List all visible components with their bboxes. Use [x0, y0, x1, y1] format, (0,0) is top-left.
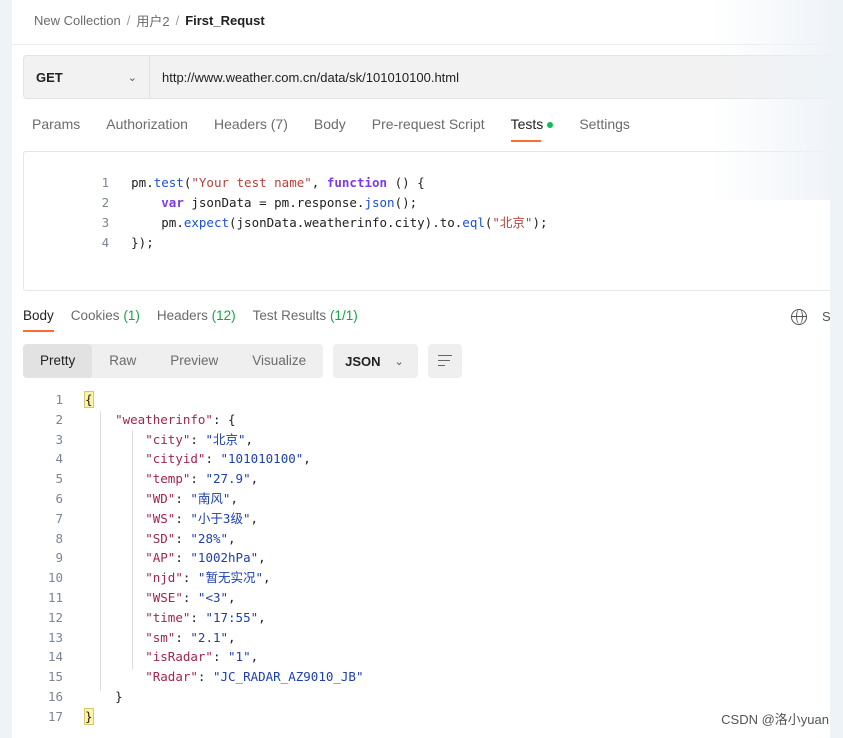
breadcrumb: New Collection / 用户2 / First_Requst — [34, 11, 265, 29]
tests-script-editor[interactable]: 1 pm.test("Your test name", function () {… — [23, 151, 830, 291]
chevron-down-icon: ⌄ — [394, 355, 404, 368]
code-line: 3 "city": "北京", — [55, 431, 254, 447]
tab-tests[interactable]: Tests — [510, 116, 554, 142]
tab-settings[interactable]: Settings — [579, 116, 630, 142]
code-line: 1 pm.test("Your test name", function () { — [101, 175, 425, 190]
code-line: 2 "weatherinfo": { — [55, 411, 236, 427]
code-line: 16 } — [47, 689, 123, 704]
code-line: 17} — [47, 707, 94, 725]
tab-params[interactable]: Params — [32, 116, 80, 142]
breadcrumb-request[interactable]: First_Requst — [185, 13, 264, 28]
breadcrumb-separator: / — [126, 12, 131, 28]
url-bar: GET ⌄ http://www.weather.com.cn/data/sk/… — [23, 55, 830, 99]
view-visualize[interactable]: Visualize — [235, 344, 323, 378]
method-label: GET — [36, 69, 63, 85]
active-indicator-dot — [547, 122, 554, 129]
tab-body[interactable]: Body — [314, 116, 346, 142]
code-line: 10 "njd": "暂无实况", — [47, 570, 271, 586]
tab-response-headers[interactable]: Headers (12) — [157, 308, 236, 332]
code-line: 12 "time": "17:55", — [47, 609, 266, 625]
breadcrumb-folder[interactable]: 用户2 — [136, 11, 169, 30]
chevron-down-icon: ⌄ — [127, 71, 137, 84]
view-raw[interactable]: Raw — [92, 344, 153, 378]
format-select[interactable]: JSON ⌄ — [333, 344, 418, 378]
code-line: 15 "Radar": "JC_RADAR_AZ9010_JB" — [47, 669, 364, 685]
tab-cookies[interactable]: Cookies (1) — [71, 308, 140, 332]
code-line: 6 "WD": "南风", — [55, 491, 238, 506]
request-tabs: Params Authorization Headers (7) Body Pr… — [32, 116, 656, 142]
response-view-toolbar: Pretty Raw Preview Visualize JSON ⌄ — [23, 344, 462, 378]
tab-response-body[interactable]: Body — [23, 308, 54, 332]
wrap-lines-icon[interactable] — [427, 344, 462, 378]
view-pretty[interactable]: Pretty — [23, 344, 93, 378]
code-line: 14 "isRadar": "1", — [47, 649, 259, 665]
tab-authorization[interactable]: Authorization — [106, 116, 188, 142]
format-label: JSON — [345, 353, 381, 369]
code-line: 5 "temp": "27.9", — [55, 471, 259, 487]
tab-pre-request-script[interactable]: Pre-request Script — [372, 116, 485, 142]
tab-headers[interactable]: Headers (7) — [214, 116, 288, 142]
code-line: 8 "SD": "28%", — [55, 530, 236, 546]
watermark: CSDN @洛小yuan — [721, 712, 829, 727]
code-line: 11 "WSE": "<3", — [47, 590, 236, 605]
header-divider — [12, 44, 830, 45]
url-input[interactable]: http://www.weather.com.cn/data/sk/101010… — [150, 70, 459, 85]
method-select[interactable]: GET ⌄ — [24, 56, 150, 98]
code-line: 3 pm.expect(jsonData.weatherinfo.city).t… — [101, 215, 548, 230]
globe-icon[interactable] — [791, 309, 807, 325]
code-line: 7 "WS": "小于3级", — [55, 510, 258, 526]
save-response-label[interactable]: S — [822, 309, 830, 324]
code-line: 4 "cityid": "101010100", — [55, 451, 311, 467]
code-line: 13 "sm": "2.1", — [47, 629, 236, 645]
breadcrumb-collection[interactable]: New Collection — [34, 13, 121, 28]
code-line: 2 var jsonData = pm.response.json(); — [101, 195, 418, 210]
response-tabs: Body Cookies (1) Headers (12) Test Resul… — [23, 308, 375, 332]
code-line: 9 "AP": "1002hPa", — [55, 550, 266, 566]
tab-test-results[interactable]: Test Results (1/1) — [253, 308, 358, 332]
breadcrumb-separator: / — [175, 12, 180, 28]
view-mode-segment: Pretty Raw Preview Visualize — [23, 344, 324, 378]
view-preview[interactable]: Preview — [153, 344, 235, 378]
code-line: 1{ — [55, 391, 94, 408]
code-line: 4}); — [101, 235, 154, 250]
postman-window: New Collection / 用户2 / First_Requst GET … — [12, 0, 830, 738]
